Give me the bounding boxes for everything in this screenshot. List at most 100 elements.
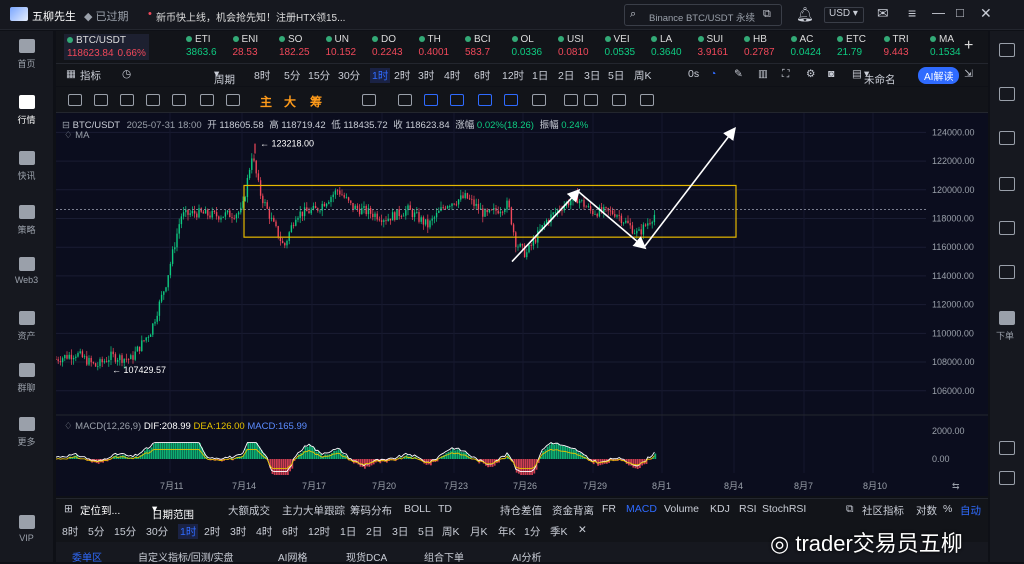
draw-tool-icon[interactable] — [68, 94, 82, 106]
indicator-0[interactable]: 大额成交 — [228, 503, 270, 518]
period-16[interactable]: 年K — [498, 524, 516, 539]
interval-7[interactable]: 4时 — [444, 68, 460, 83]
ticker-item[interactable]: USI0.0810 — [558, 34, 589, 58]
time-option[interactable]: 0s — [688, 68, 699, 80]
period-3[interactable]: 30分 — [146, 524, 168, 539]
grid-icon[interactable] — [999, 265, 1015, 279]
orderbook-icon[interactable] — [999, 131, 1015, 145]
draw-tool-icon[interactable] — [146, 94, 160, 106]
indicator-icon[interactable]: ▦ — [66, 68, 76, 80]
ticker-item[interactable]: SO182.25 — [279, 34, 310, 58]
draw-tool-icon[interactable] — [94, 94, 108, 106]
ticker-item[interactable]: ETI3863.6 — [186, 34, 217, 58]
indicator-12[interactable]: StochRSI — [762, 503, 806, 515]
edit-icon[interactable]: ✎ — [734, 68, 743, 80]
draw-tool-icon[interactable] — [584, 94, 598, 106]
trend-arrow[interactable] — [512, 191, 578, 261]
ticker-item[interactable]: LA0.3640 — [651, 34, 682, 58]
bell-icon[interactable]: 🔔︎ — [796, 6, 814, 23]
draw-tool-icon[interactable] — [450, 94, 464, 106]
ticker-item[interactable]: VEI0.0535 — [605, 34, 636, 58]
ticker-item[interactable]: ETC21.79 — [837, 34, 866, 58]
indicator-1[interactable]: 主力大单跟踪 — [282, 503, 345, 518]
period-15[interactable]: 月K — [470, 524, 488, 539]
search-input[interactable]: Binance BTC/USDT 永续 — [649, 10, 755, 24]
community-icon[interactable]: ⧉ — [846, 503, 854, 516]
sidebar-item-3[interactable]: 策略 — [0, 205, 53, 236]
search-expand-icon[interactable]: ⧉ — [763, 8, 771, 21]
period-0[interactable]: 8时 — [62, 524, 78, 539]
ticker-item[interactable]: TH0.4001 — [419, 34, 450, 58]
draw-tool-icon[interactable] — [424, 94, 438, 106]
chart-area[interactable]: 124000.00122000.00120000.00118000.001160… — [56, 113, 988, 496]
camera-icon[interactable]: ◙ — [828, 68, 834, 80]
locate-icon[interactable]: ⊞ — [64, 503, 73, 515]
layout-icon[interactable] — [999, 43, 1015, 57]
period-7[interactable]: 4时 — [256, 524, 272, 539]
document-icon[interactable] — [999, 87, 1015, 101]
settings-icon[interactable]: ⚙ — [806, 68, 815, 80]
draw-tool-icon[interactable] — [226, 94, 240, 106]
ai-interpret-button[interactable]: AI解读 — [918, 67, 959, 84]
add-ticker-icon[interactable]: + — [964, 37, 973, 55]
period-1[interactable]: 5分 — [88, 524, 104, 539]
sidebar-item-5[interactable]: 资产 — [0, 311, 53, 342]
interval-3[interactable]: 30分 — [338, 68, 360, 83]
ticker-item[interactable]: MA0.1534 — [930, 34, 961, 58]
period-5[interactable]: 2时 — [204, 524, 220, 539]
interval-4[interactable]: 1时 — [370, 68, 390, 83]
draw-tool-icon[interactable] — [612, 94, 626, 106]
interval-9[interactable]: 12时 — [502, 68, 524, 83]
draw-tool-icon[interactable] — [564, 94, 578, 106]
panel-icon[interactable] — [999, 471, 1015, 485]
sidebar-item-8[interactable]: VIP — [0, 515, 53, 543]
period-8[interactable]: 6时 — [282, 524, 298, 539]
layout-split-icon[interactable]: ▤ — [852, 68, 862, 80]
sidebar-item-1[interactable]: 行情 — [0, 95, 53, 126]
ticker-item[interactable]: UN10.152 — [326, 34, 357, 58]
date-range-select[interactable]: 日期范围 ▾ — [152, 503, 157, 515]
search-box[interactable]: ⌕ Binance BTC/USDT 永续 ⧉ — [624, 4, 782, 26]
period-13[interactable]: 5日 — [418, 524, 434, 539]
interval-10[interactable]: 1日 — [532, 68, 548, 83]
trend-arrow[interactable] — [578, 191, 644, 247]
interval-11[interactable]: 2日 — [558, 68, 574, 83]
draw-tool-icon[interactable] — [532, 94, 546, 106]
interval-2[interactable]: 15分 — [308, 68, 330, 83]
indicator-11[interactable]: RSI — [739, 503, 757, 515]
indicator-10[interactable]: KDJ — [710, 503, 730, 515]
stats-icon[interactable]: ▥ — [758, 68, 768, 80]
axis-corner-icon[interactable]: ⇆ — [952, 481, 960, 491]
period-11[interactable]: 2日 — [366, 524, 382, 539]
chart-name-select[interactable]: 未命名 ▾ — [864, 68, 869, 80]
announcement[interactable]: 新币快上线，机会抢先知！注册HTX领15... — [156, 9, 345, 24]
list-icon[interactable] — [999, 221, 1015, 235]
big-order-button[interactable]: 大 — [284, 93, 296, 110]
ticker-item[interactable]: BCI583.7 — [465, 34, 491, 58]
indicator-5[interactable]: 持仓差值 — [500, 503, 542, 518]
log-toggle[interactable]: 对数 — [916, 503, 937, 518]
calculator-icon[interactable] — [999, 441, 1015, 455]
draw-tool-icon[interactable] — [200, 94, 214, 106]
auto-toggle[interactable]: 自动 — [960, 503, 981, 518]
sidebar-item-2[interactable]: 快讯 — [0, 151, 53, 182]
indicator-6[interactable]: 资金背离 — [552, 503, 594, 518]
sidebar-item-4[interactable]: Web3 — [0, 257, 53, 285]
locate-button[interactable]: 定位到... — [80, 503, 120, 518]
interval-1[interactable]: 5分 — [284, 68, 300, 83]
indicator-button[interactable]: 指标 — [80, 68, 101, 83]
period-18[interactable]: 季K — [550, 524, 568, 539]
ticker-item[interactable]: OL0.0336 — [512, 34, 543, 58]
clock-icon[interactable]: ◔ — [710, 68, 716, 80]
period-button[interactable]: 周期 ▾ — [214, 68, 219, 80]
period-4[interactable]: 1时 — [178, 524, 198, 539]
candlestick-chart[interactable]: 124000.00122000.00120000.00118000.001160… — [56, 113, 988, 496]
period-12[interactable]: 3日 — [392, 524, 408, 539]
period-9[interactable]: 12时 — [308, 524, 330, 539]
minimize-icon[interactable]: — — [932, 5, 945, 20]
interval-13[interactable]: 5日 — [608, 68, 624, 83]
period-6[interactable]: 3时 — [230, 524, 246, 539]
indicator-8[interactable]: MACD — [626, 503, 657, 515]
community-indicator-button[interactable]: 社区指标 — [862, 503, 904, 518]
draw-tool-icon[interactable] — [478, 94, 492, 106]
